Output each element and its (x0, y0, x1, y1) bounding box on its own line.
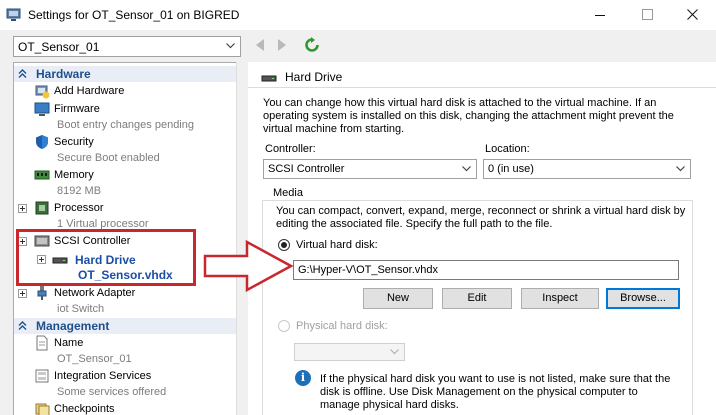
controller-label: Controller: (265, 143, 316, 155)
vm-select-value: OT_Sensor_01 (18, 40, 100, 54)
expand-processor-icon[interactable] (18, 204, 27, 213)
tree-item-security[interactable]: Security (54, 136, 94, 148)
add-hardware-icon (35, 85, 50, 99)
vhd-path-input[interactable]: G:\Hyper-V\OT_Sensor.vhdx (293, 260, 679, 280)
new-button[interactable]: New (363, 288, 433, 309)
media-description: You can compact, convert, expand, merge,… (276, 205, 686, 230)
title-bar: Settings for OT_Sensor_01 on BIGRED (0, 0, 716, 30)
location-select-value: 0 (in use) (488, 163, 534, 175)
location-label: Location: (485, 143, 530, 155)
hard-drive-icon (261, 75, 277, 82)
chevron-down-icon (390, 349, 399, 355)
tree-item-network-adapter-status: iot Switch (57, 303, 105, 315)
refresh-icon[interactable] (304, 37, 320, 53)
tree-item-firmware[interactable]: Firmware (54, 103, 100, 115)
expand-network-adapter-icon[interactable] (18, 289, 27, 298)
management-section-label: Management (36, 319, 110, 333)
minimize-button[interactable] (577, 0, 623, 30)
vm-select[interactable]: OT_Sensor_01 (13, 36, 241, 57)
tree-item-integration-services[interactable]: Integration Services (54, 370, 151, 382)
close-button[interactable] (670, 0, 716, 30)
collapse-icon (18, 321, 27, 330)
tree-item-name[interactable]: Name (54, 337, 83, 349)
tree-item-add-hardware[interactable]: Add Hardware (54, 85, 124, 97)
controller-select[interactable]: SCSI Controller (263, 159, 477, 179)
tree-item-security-status: Secure Boot enabled (57, 152, 160, 164)
media-group-label: Media (270, 187, 306, 199)
forward-arrow-icon[interactable] (277, 39, 286, 51)
memory-icon (34, 170, 50, 180)
annotation-arrow-icon (203, 240, 293, 292)
chevron-down-icon (676, 166, 685, 172)
tree-scrollbar[interactable] (236, 62, 248, 415)
integration-services-icon (35, 369, 49, 383)
tree-item-memory-status: 8192 MB (57, 185, 102, 197)
physical-hard-disk-radio[interactable] (278, 320, 290, 332)
tree-item-memory[interactable]: Memory (54, 169, 94, 181)
tree-item-name-value: OT_Sensor_01 (57, 353, 132, 365)
chevron-down-icon (226, 43, 235, 49)
browse-button[interactable]: Browse... (606, 288, 680, 309)
location-select[interactable]: 0 (in use) (483, 159, 691, 179)
network-adapter-icon (37, 286, 47, 300)
checkpoints-icon (35, 403, 50, 415)
firmware-icon (34, 102, 50, 116)
hardware-section-header[interactable]: Hardware (14, 66, 248, 82)
name-icon (36, 335, 48, 351)
vhd-path-value: G:\Hyper-V\OT_Sensor.vhdx (298, 264, 438, 276)
tree-item-network-adapter[interactable]: Network Adapter (54, 287, 135, 299)
hardware-section-label: Hardware (36, 67, 91, 81)
virtual-hard-disk-label: Virtual hard disk: (296, 239, 378, 251)
chevron-down-icon (462, 166, 471, 172)
shield-icon (36, 135, 48, 149)
physical-disk-select[interactable] (294, 343, 405, 361)
panel-title: Hard Drive (285, 70, 343, 84)
tree-item-firmware-status: Boot entry changes pending (57, 119, 194, 131)
window-title: Settings for OT_Sensor_01 on BIGRED (28, 8, 240, 22)
tree-item-checkpoints[interactable]: Checkpoints (54, 403, 115, 415)
info-icon: i (295, 370, 311, 386)
physical-disk-info: If the physical hard disk you want to us… (320, 373, 671, 411)
hyper-v-settings-icon (6, 8, 21, 21)
close-icon (687, 9, 698, 20)
inspect-button[interactable]: Inspect (521, 288, 599, 309)
edit-button[interactable]: Edit (442, 288, 512, 309)
tree-item-integration-services-status: Some services offered (57, 386, 167, 398)
annotation-highlight-box (16, 229, 196, 286)
physical-hard-disk-label: Physical hard disk: (296, 320, 388, 332)
collapse-icon (18, 69, 27, 78)
management-section-header[interactable]: Management (14, 318, 248, 334)
panel-description: You can change how this virtual hard dis… (263, 97, 674, 135)
back-arrow-icon[interactable] (256, 39, 265, 51)
panel-divider (248, 87, 716, 88)
tree-item-processor[interactable]: Processor (54, 202, 104, 214)
controller-select-value: SCSI Controller (268, 163, 345, 175)
maximize-button[interactable] (624, 0, 670, 30)
settings-panel: Hard Drive You can change how this virtu… (248, 62, 716, 415)
processor-icon (35, 201, 49, 215)
